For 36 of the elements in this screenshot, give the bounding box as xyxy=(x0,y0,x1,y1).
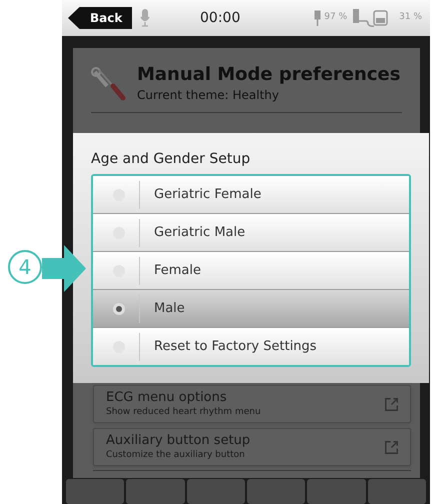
option-row[interactable]: Reset to Factory Settings xyxy=(93,328,409,365)
radio-button[interactable] xyxy=(113,302,125,314)
toolbar-button[interactable] xyxy=(126,479,185,504)
option-row[interactable]: Female xyxy=(93,252,409,289)
battery-level: 97 % xyxy=(324,11,348,24)
toolbar-button[interactable] xyxy=(307,479,366,504)
option-label: Reset to Factory Settings xyxy=(154,338,317,356)
row-subtitle: Show reduced heart rhythm menu xyxy=(106,406,261,419)
device-connection-icon xyxy=(350,8,390,28)
wrench-screwdriver-icon xyxy=(91,66,127,102)
option-row[interactable]: Geriatric Male xyxy=(93,214,409,251)
option-row[interactable]: Male xyxy=(93,290,409,327)
microphone-icon xyxy=(140,9,150,27)
pointer-arrow xyxy=(42,245,86,292)
battery-icon xyxy=(314,10,322,26)
toolbar-button[interactable] xyxy=(368,479,426,504)
external-link-icon xyxy=(385,440,398,454)
battery-level: 31 % xyxy=(399,11,422,24)
page-title: Manual Mode preferences xyxy=(137,64,400,86)
page-subtitle: Current theme: Healthy xyxy=(137,87,280,104)
back-button[interactable]: Back xyxy=(68,7,132,29)
toolbar-button[interactable] xyxy=(246,479,306,504)
toolbar-button[interactable] xyxy=(66,479,124,504)
option-label: Geriatric Male xyxy=(154,224,246,242)
step-number: 4 xyxy=(8,250,42,284)
option-label: Male xyxy=(154,300,185,318)
row-title: Auxiliary button setup xyxy=(106,432,250,449)
row-title: ECG menu options xyxy=(106,388,228,406)
option-label: Geriatric Female xyxy=(154,186,262,204)
option-row[interactable]: Geriatric Female xyxy=(93,176,409,213)
dialog-title: Age and Gender Setup xyxy=(91,150,250,169)
row-subtitle: Customize the auxiliary button xyxy=(106,448,246,462)
option-label: Female xyxy=(154,262,202,280)
clock-time: 00:00 xyxy=(200,8,240,28)
external-link-icon xyxy=(385,398,398,410)
toolbar-button[interactable] xyxy=(186,479,245,504)
